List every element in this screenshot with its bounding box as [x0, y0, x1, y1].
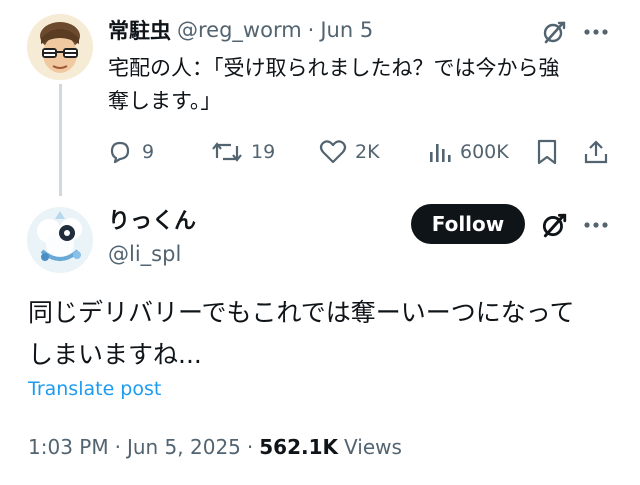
parent-text-line1: 宅配の人：「受け取られましたね？では今から強 [108, 56, 560, 80]
meta-separator: · [114, 435, 121, 459]
repost-icon [212, 142, 242, 162]
parent-text-line2: 奪します。」 [108, 89, 222, 113]
main-avatar[interactable] [27, 207, 93, 273]
reply-icon [110, 141, 130, 164]
thread-line [59, 84, 62, 196]
reply-button[interactable]: 9 [106, 136, 154, 168]
repost-button[interactable]: 19 [211, 136, 275, 168]
like-button[interactable]: 2K [319, 136, 380, 168]
more-icon [584, 222, 608, 228]
follow-button[interactable]: Follow [411, 204, 525, 244]
parent-more-button[interactable] [580, 16, 612, 48]
main-text-line1: 同じデリバリーでもこれでは奪ーいーつになって [28, 298, 575, 327]
grok-icon [542, 213, 567, 238]
more-icon [584, 29, 608, 35]
post-date[interactable]: Jun 5, 2025 [127, 432, 241, 462]
bookmark-button[interactable] [532, 137, 562, 167]
views-icon [430, 144, 451, 162]
repost-count: 19 [251, 141, 276, 163]
translate-post-link[interactable]: Translate post [28, 376, 161, 402]
main-more-button[interactable] [580, 209, 612, 241]
meta-separator: · [246, 435, 254, 459]
views-button[interactable]: 600K [428, 136, 509, 168]
main-text-line2: しまいますね... [28, 340, 202, 369]
parent-grok-button[interactable] [538, 16, 570, 48]
share-button[interactable] [581, 137, 611, 167]
main-grok-button[interactable] [538, 209, 570, 241]
parent-handle[interactable]: @reg_worm [177, 18, 302, 42]
parent-header: 常駐虫 @reg_worm · Jun 5 [108, 15, 373, 45]
parent-date[interactable]: Jun 5 [320, 18, 373, 42]
parent-avatar[interactable] [27, 14, 93, 80]
views-label: Views [344, 435, 402, 459]
reply-count: 9 [142, 141, 155, 163]
post-time[interactable]: 1:03 PM [28, 432, 109, 462]
parent-display-name[interactable]: 常駐虫 [108, 15, 171, 45]
bookmark-icon [537, 139, 557, 165]
grok-icon [543, 21, 566, 44]
share-icon [584, 140, 608, 164]
main-handle[interactable]: @li_spl [108, 239, 181, 269]
main-text: 同じデリバリーでもこれでは奪ーいーつになって しまいますね... [28, 292, 575, 376]
views-total: 562.1K [259, 435, 339, 459]
post-meta: 1:03 PM · Jun 5, 2025 · 562.1K Views [28, 432, 402, 462]
parent-separator: · [307, 18, 315, 42]
main-display-name[interactable]: りっくん [108, 207, 196, 237]
like-count: 2K [355, 141, 380, 163]
like-icon [319, 140, 347, 164]
views-count: 600K [460, 141, 509, 163]
parent-text: 宅配の人：「受け取られましたね？では今から強 奪します。」 [108, 52, 560, 118]
